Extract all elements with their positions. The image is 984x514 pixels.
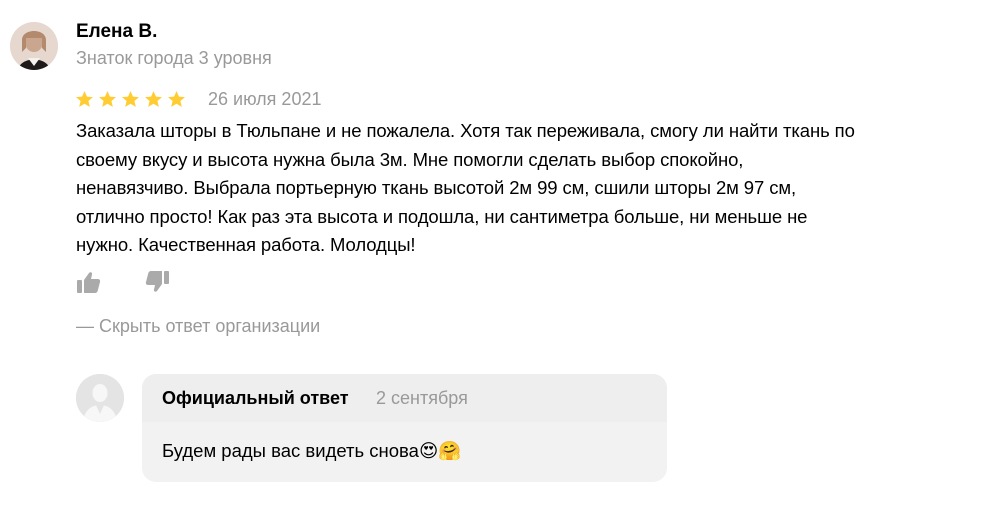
star-icon bbox=[76, 90, 93, 107]
star-icon bbox=[145, 90, 162, 107]
official-reply-header: Официальный ответ 2 сентября bbox=[142, 374, 667, 422]
review-text: Заказала шторы в Тюльпане и не пожалела.… bbox=[76, 120, 855, 255]
official-reply: Официальный ответ 2 сентября Будем рады … bbox=[142, 374, 667, 482]
official-reply-text: Будем рады вас видеть снова😍🤗 bbox=[162, 440, 462, 461]
author-avatar[interactable] bbox=[10, 22, 58, 70]
official-reply-date: 2 сентября bbox=[376, 388, 468, 408]
thumbs-up-icon bbox=[77, 272, 101, 293]
person-silhouette-icon bbox=[76, 374, 124, 422]
organization-avatar bbox=[76, 374, 124, 422]
star-rating bbox=[75, 87, 190, 111]
star-icon bbox=[99, 90, 116, 107]
like-button[interactable] bbox=[76, 270, 102, 296]
author-level: Знаток города 3 уровня bbox=[76, 48, 272, 68]
hide-reply-link[interactable]: — Скрыть ответ организации bbox=[76, 314, 320, 338]
author-name[interactable]: Елена В. bbox=[76, 20, 157, 44]
star-icon bbox=[168, 90, 185, 107]
review-date: 26 июля 2021 bbox=[208, 89, 322, 109]
official-reply-title: Официальный ответ bbox=[162, 388, 349, 408]
star-icon bbox=[122, 90, 139, 107]
dislike-button[interactable] bbox=[144, 268, 170, 294]
review-card: Елена В. Знаток города 3 уровня 26 июля … bbox=[0, 0, 984, 514]
thumbs-down-icon bbox=[145, 271, 169, 292]
